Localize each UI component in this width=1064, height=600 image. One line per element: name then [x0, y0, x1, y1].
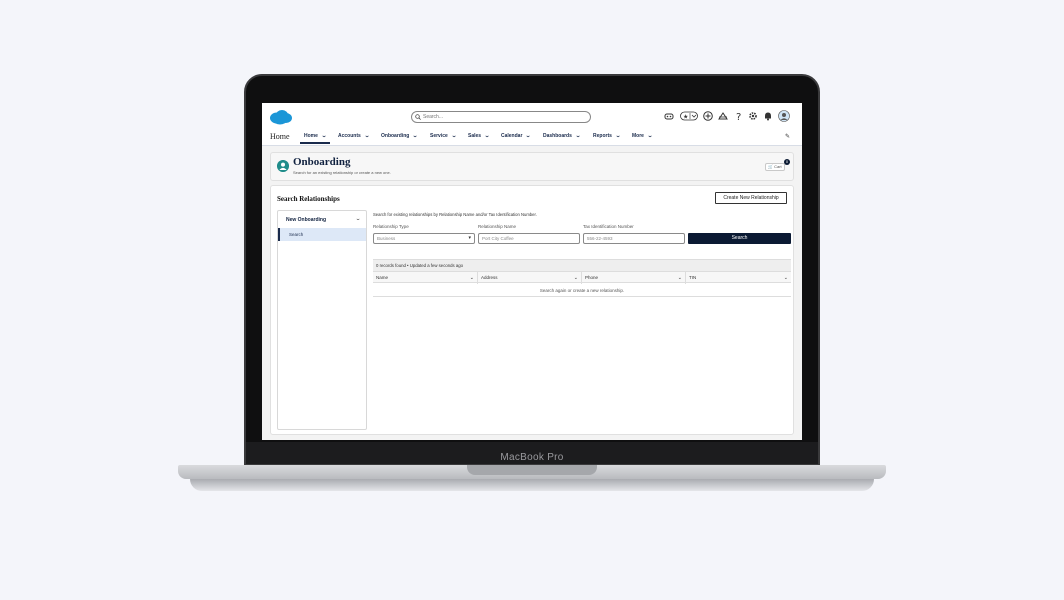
favorites-icon[interactable]: ★ — [680, 111, 698, 121]
nav-tab-onboarding[interactable]: Onboarding ⌄ — [381, 133, 418, 139]
column-header-name[interactable]: Name ⌄ — [373, 272, 478, 284]
chevron-down-icon[interactable]: ⌄ — [574, 272, 578, 284]
laptop-notch — [467, 465, 597, 475]
chevron-down-icon[interactable]: ⌄ — [451, 133, 457, 139]
create-new-relationship-button[interactable]: Create New Relationship — [715, 192, 787, 204]
nav-tab-sales[interactable]: Sales ⌄ — [468, 133, 490, 139]
results-status: 0 records found • Updated a few seconds … — [373, 259, 791, 271]
relationship-name-label: Relationship Name — [478, 224, 517, 229]
card-title: Search Relationships — [277, 195, 340, 203]
agent-icon[interactable] — [664, 111, 674, 121]
device-brand: MacBook Pro — [500, 452, 564, 463]
nav-tab-more[interactable]: More ⌄ — [632, 133, 653, 139]
relationship-name-input[interactable]: Port City Coffee — [478, 233, 580, 244]
tin-placeholder: 556-22-4593 — [587, 236, 613, 241]
cart-icon: 🛒 — [768, 164, 773, 169]
page-header: Onboarding Search for an existing relati… — [270, 152, 794, 181]
sidebar-heading[interactable]: New Onboarding — [286, 217, 326, 223]
nav-tab-label: Sales — [468, 133, 482, 139]
nav-tab-accounts[interactable]: Accounts ⌄ — [338, 133, 370, 139]
tin-input[interactable]: 556-22-4593 — [583, 233, 685, 244]
chevron-down-icon[interactable]: ⌄ — [321, 133, 327, 139]
nav-tab-label: Accounts — [338, 133, 361, 139]
cart-label: Cart — [774, 164, 782, 169]
global-search-input[interactable]: Search... — [411, 111, 591, 123]
global-header: Search... ★ ? — [262, 103, 802, 129]
laptop-base-shadow — [190, 479, 874, 491]
chevron-down-icon[interactable]: ⌄ — [364, 133, 370, 139]
column-label: Name — [376, 275, 389, 280]
column-label: Phone — [585, 275, 599, 280]
column-label: TIN — [689, 275, 697, 280]
relationship-type-select[interactable]: Business ▾ — [373, 233, 475, 244]
chevron-down-icon[interactable]: ⌄ — [484, 133, 490, 139]
relationship-type-label: Relationship Type — [373, 224, 409, 229]
page-subtitle: Search for an existing relationship or c… — [293, 170, 391, 175]
chevron-down-icon[interactable]: ⌄ — [784, 272, 788, 284]
nav-tab-label: Service — [430, 133, 448, 139]
column-header-phone[interactable]: Phone ⌄ — [582, 272, 686, 284]
onboarding-sidebar: New Onboarding ⌄ Search — [277, 210, 367, 430]
cart-count-badge: 0 — [784, 159, 790, 165]
page-title: Onboarding — [293, 156, 351, 168]
svg-text:★: ★ — [683, 114, 688, 121]
relationship-type-value: Business — [377, 236, 396, 241]
nav-tab-label: Home — [304, 133, 318, 139]
nav-tab-dashboards[interactable]: Dashboards ⌄ — [543, 133, 581, 139]
nav-tab-home[interactable]: Home ⌄ — [299, 133, 331, 144]
search-icon — [415, 114, 421, 120]
chevron-down-icon[interactable]: ⌄ — [413, 133, 419, 139]
tin-label: Tax Identification Number — [583, 224, 634, 229]
chevron-down-icon[interactable]: ⌄ — [575, 133, 581, 139]
search-relationships-card: Search Relationships Create New Relation… — [270, 185, 794, 435]
trailhead-icon[interactable] — [718, 111, 728, 121]
chevron-down-icon[interactable]: ⌄ — [355, 216, 361, 222]
settings-icon[interactable] — [748, 111, 758, 121]
chevron-down-icon[interactable]: ⌄ — [526, 133, 532, 139]
nav-tab-service[interactable]: Service ⌄ — [430, 133, 457, 139]
chevron-down-icon[interactable]: ⌄ — [470, 272, 474, 284]
search-hint: Search for existing relationships by Rel… — [373, 212, 537, 217]
salesforce-logo[interactable] — [269, 109, 293, 125]
search-placeholder: Search... — [423, 114, 444, 120]
help-icon[interactable]: ? — [734, 111, 744, 121]
chevron-down-icon[interactable]: ⌄ — [678, 272, 682, 284]
column-header-tin[interactable]: TIN ⌄ — [686, 272, 791, 284]
user-avatar[interactable] — [778, 110, 790, 122]
results-table-header: Name ⌄ Address ⌄ Phone ⌄ TIN ⌄ — [373, 271, 791, 284]
app-screen: Search... ★ ? Home Home ⌄ Accounts ⌄ Onb… — [262, 103, 802, 440]
nav-tab-label: Calendar — [501, 133, 523, 139]
chevron-down-icon[interactable]: ⌄ — [615, 133, 621, 139]
cart-button[interactable]: 🛒 Cart — [765, 163, 785, 171]
empty-results-message: Search again or create a new relationshi… — [373, 285, 791, 297]
nav-tab-label: Onboarding — [381, 133, 410, 139]
app-navigation: Home Home ⌄ Accounts ⌄ Onboarding ⌄ Service… — [262, 129, 802, 146]
chevron-down-icon[interactable]: ⌄ — [647, 133, 653, 139]
nav-tab-label: Dashboards — [543, 133, 572, 139]
search-button[interactable]: Search — [688, 233, 791, 244]
column-header-address[interactable]: Address ⌄ — [478, 272, 582, 284]
dropdown-caret-icon: ▾ — [468, 235, 471, 241]
column-label: Address — [481, 275, 498, 280]
app-name: Home — [270, 132, 290, 141]
person-icon — [277, 160, 289, 172]
nav-tab-label: More — [632, 133, 644, 139]
nav-tab-calendar[interactable]: Calendar ⌄ — [501, 133, 531, 139]
notifications-icon[interactable] — [763, 111, 773, 121]
edit-nav-icon[interactable]: ✎ — [785, 133, 790, 140]
svg-text:?: ? — [736, 112, 741, 121]
add-icon[interactable] — [703, 111, 713, 121]
nav-tab-reports[interactable]: Reports ⌄ — [593, 133, 621, 139]
sidebar-item-search[interactable]: Search — [278, 228, 366, 241]
relationship-name-placeholder: Port City Coffee — [482, 236, 514, 241]
nav-tab-label: Reports — [593, 133, 612, 139]
